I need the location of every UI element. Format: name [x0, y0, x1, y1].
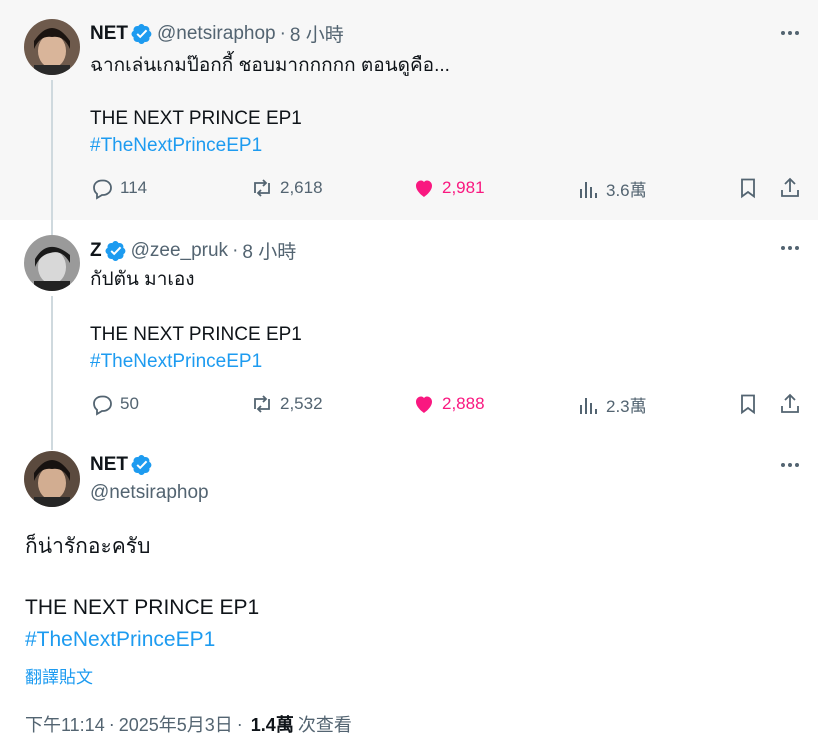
share-button[interactable] [778, 392, 808, 416]
hashtag-link[interactable]: #TheNextPrinceEP1 [90, 135, 262, 157]
reply-button[interactable]: 50 [90, 392, 139, 416]
post-time[interactable]: 下午11:14 [25, 711, 105, 737]
separator: · [279, 22, 286, 44]
like-count: 2,888 [442, 394, 485, 413]
more-icon[interactable] [779, 237, 801, 259]
like-icon [416, 180, 432, 197]
display-name[interactable]: NET [90, 23, 128, 45]
tweet-1[interactable]: NET @netsiraphop · 8 小時 ฉากเล่นเกมป๊อกกี… [0, 0, 818, 220]
reply-count: 114 [120, 178, 148, 197]
verified-badge-icon [131, 454, 153, 476]
hashtag-link[interactable]: #TheNextPrinceEP1 [90, 351, 262, 373]
main-tweet-title: THE NEXT PRINCE EP1 [25, 596, 260, 619]
views-button[interactable]: 2.3萬 [576, 392, 647, 417]
action-bar: 114 2,618 2,981 3.6萬 [90, 176, 802, 204]
share-icon [781, 393, 799, 413]
display-name[interactable]: NET [90, 454, 128, 476]
tweet-text: ฉากเล่นเกมป๊อกกี้ ชอบมากกกกก ตอนดูคือ... [90, 55, 450, 76]
meta-separator: · [108, 713, 115, 734]
main-handle-row: @netsiraphop [90, 482, 209, 504]
repost-count: 2,618 [280, 178, 323, 197]
view-count-label: 次查看 [297, 715, 352, 735]
tweet-2[interactable]: Z @zee_pruk · 8 小時 กัปตัน มาเอง THE NEXT… [0, 220, 818, 438]
bookmark-icon [741, 394, 755, 415]
repost-icon [254, 179, 270, 197]
views-button[interactable]: 3.6萬 [576, 176, 647, 201]
reply-icon [93, 395, 112, 416]
repost-button[interactable]: 2,532 [250, 392, 323, 416]
share-icon [781, 177, 799, 197]
repost-count: 2,532 [280, 394, 323, 413]
thread-line [51, 80, 53, 220]
meta-separator: · [236, 713, 243, 734]
like-icon [416, 396, 432, 413]
views-icon [580, 181, 597, 198]
bookmark-button[interactable] [736, 176, 766, 200]
post-meta: 下午11:14 · 2025年5月3日 · 1.4萬 次查看 [25, 711, 352, 737]
view-count: 1.4萬 [250, 715, 294, 735]
timestamp[interactable]: 8 小時 [242, 237, 296, 264]
bookmark-icon [741, 178, 755, 199]
share-button[interactable] [778, 176, 808, 200]
reply-icon [93, 179, 112, 200]
translate-post-link[interactable]: 翻譯貼文 [25, 663, 93, 688]
like-button[interactable]: 2,888 [412, 392, 485, 416]
action-bar: 50 2,532 2,888 2.3萬 [90, 392, 802, 420]
tweet-title: THE NEXT PRINCE EP1 [90, 108, 302, 129]
like-count: 2,981 [442, 178, 485, 197]
separator: · [232, 239, 239, 261]
handle[interactable]: @netsiraphop [157, 23, 276, 45]
main-header: NET [90, 454, 157, 476]
bookmark-button[interactable] [736, 392, 766, 416]
avatar-zee[interactable] [24, 235, 80, 291]
main-hashtag-link[interactable]: #TheNextPrinceEP1 [25, 628, 215, 652]
repost-icon [254, 395, 270, 413]
avatar-net[interactable] [24, 19, 80, 75]
thread-line [51, 438, 53, 450]
post-date[interactable]: 2025年5月3日 [119, 711, 233, 737]
more-icon[interactable] [779, 22, 801, 44]
tweet-title: THE NEXT PRINCE EP1 [90, 324, 302, 345]
handle[interactable]: @netsiraphop [90, 482, 209, 504]
main-tweet-text: ก็น่ารักอะครับ [25, 535, 151, 558]
main-tweet: NET @netsiraphop ก็น่ารักอะครับ THE NEXT… [0, 438, 818, 755]
views-count: 2.3萬 [606, 397, 647, 416]
handle[interactable]: @zee_pruk [131, 240, 228, 262]
verified-badge-icon [105, 240, 127, 262]
avatar-net[interactable] [24, 451, 80, 507]
tweet-header: Z @zee_pruk · 8 小時 [90, 237, 296, 264]
tweet-header: NET @netsiraphop · 8 小時 [90, 20, 344, 47]
reply-count: 50 [120, 394, 139, 413]
more-icon[interactable] [779, 454, 801, 476]
thread-line [51, 220, 53, 235]
verified-badge-icon [131, 23, 153, 45]
repost-button[interactable]: 2,618 [250, 176, 323, 200]
thread-line [51, 296, 53, 438]
views-icon [580, 397, 597, 414]
like-button[interactable]: 2,981 [412, 176, 485, 200]
display-name[interactable]: Z [90, 240, 102, 262]
reply-button[interactable]: 114 [90, 176, 147, 200]
timestamp[interactable]: 8 小時 [290, 20, 344, 47]
tweet-text: กัปตัน มาเอง [90, 269, 195, 290]
views-count: 3.6萬 [606, 181, 647, 200]
